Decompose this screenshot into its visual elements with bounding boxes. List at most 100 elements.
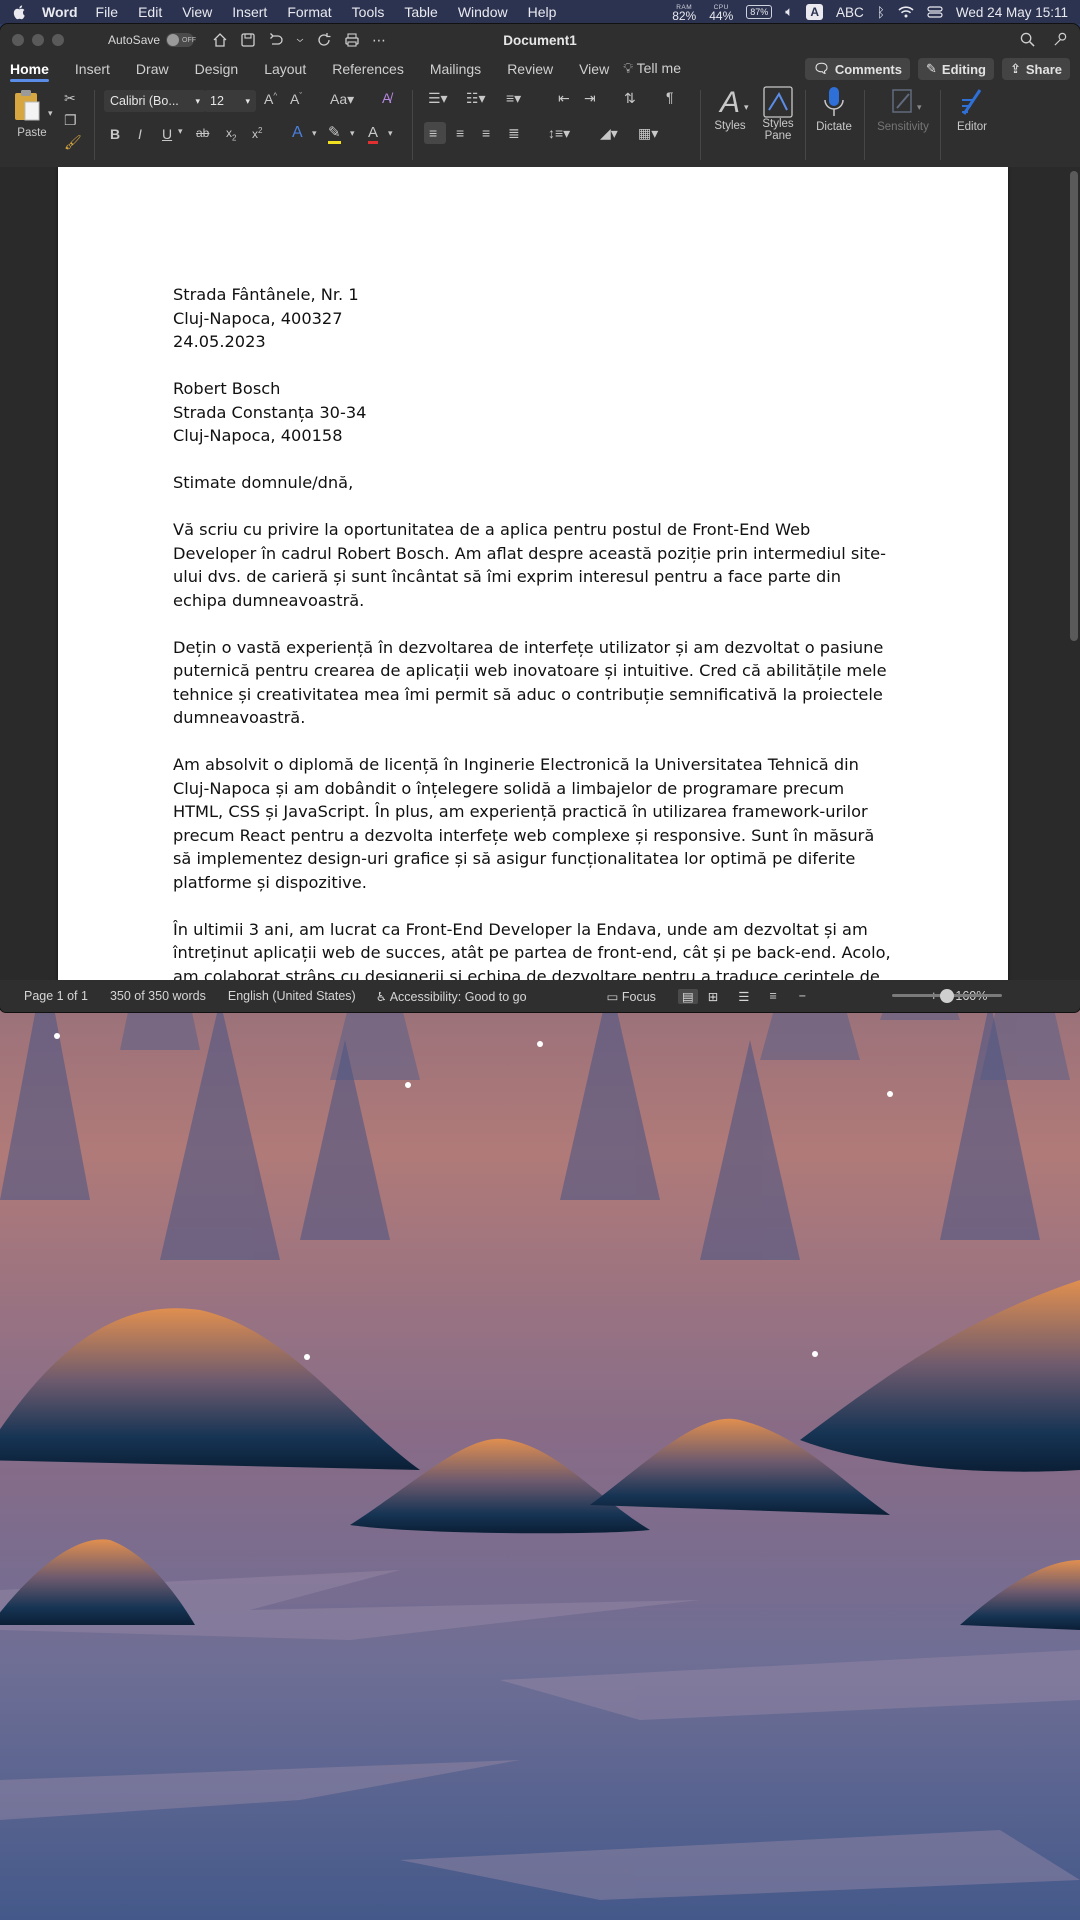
tab-view[interactable]: View [579, 61, 609, 82]
redo-icon[interactable] [316, 32, 332, 48]
multilevel-list-icon[interactable]: ≡▾ [506, 90, 521, 107]
ram-monitor[interactable]: RAM 82% [672, 3, 696, 22]
language[interactable]: English (United States) [228, 989, 356, 1003]
align-right-icon[interactable]: ≡ [482, 125, 490, 141]
web-layout-icon[interactable]: ⊞ [708, 989, 718, 1004]
close-window-button[interactable] [12, 34, 24, 46]
home-icon[interactable] [212, 32, 228, 48]
line-spacing-icon[interactable]: ↕≡▾ [548, 125, 570, 142]
menu-format[interactable]: Format [287, 4, 331, 20]
shrink-font-icon[interactable]: Aˇ [290, 91, 302, 107]
strikethrough-icon[interactable]: ab [196, 126, 209, 140]
subscript-icon[interactable]: x2 [226, 126, 236, 142]
menu-app-name[interactable]: Word [42, 4, 78, 20]
editing-button[interactable]: ✎ Editing [918, 58, 994, 80]
underline-dropdown-icon[interactable]: ▾ [178, 126, 183, 137]
print-icon[interactable] [344, 32, 360, 48]
format-painter-icon[interactable]: 🖌︎ [64, 134, 82, 151]
share-account-icon[interactable] [1053, 32, 1068, 47]
share-button[interactable]: ⇪ Share [1001, 58, 1070, 80]
superscript-icon[interactable]: x2 [252, 126, 262, 141]
autosave-toggle[interactable]: OFF [166, 33, 196, 47]
undo-icon[interactable] [268, 32, 284, 48]
tab-mailings[interactable]: Mailings [430, 61, 481, 82]
tab-insert[interactable]: Insert [75, 61, 110, 82]
bullets-icon[interactable]: ☰▾ [428, 90, 448, 107]
shading-icon[interactable]: ◢▾ [600, 125, 618, 142]
numbering-icon[interactable]: ☷▾ [466, 90, 486, 107]
bluetooth-icon[interactable]: ᛒ [877, 5, 885, 20]
more-commands-icon[interactable]: ⋯ [372, 32, 386, 49]
grow-font-icon[interactable]: A^ [264, 91, 277, 107]
underline-icon[interactable]: U [162, 126, 172, 142]
control-center-icon[interactable] [927, 6, 943, 18]
undo-dropdown-icon[interactable] [296, 32, 304, 48]
save-icon[interactable] [240, 32, 256, 48]
minimize-window-button[interactable] [32, 34, 44, 46]
menu-file[interactable]: File [96, 4, 119, 20]
zoom-slider-handle[interactable] [940, 989, 954, 1003]
sort-icon[interactable]: ⇅ [624, 90, 636, 107]
tab-design[interactable]: Design [195, 61, 239, 82]
align-center-icon[interactable]: ≡ [456, 125, 464, 141]
italic-icon[interactable]: I [138, 126, 142, 142]
accessibility-status[interactable]: ♿︎ Accessibility: Good to go [376, 989, 527, 1004]
clear-formatting-icon[interactable]: A̸ [382, 90, 391, 106]
print-layout-icon[interactable]: ▤ [677, 988, 698, 1004]
show-formatting-icon[interactable]: ¶ [666, 89, 674, 105]
zoom-window-button[interactable] [52, 34, 64, 46]
comments-button[interactable]: 🗨︎ Comments [805, 58, 910, 80]
dictate-button[interactable]: Dictate [812, 86, 856, 133]
search-icon[interactable] [1020, 32, 1035, 47]
highlight-dropdown-icon[interactable]: ▾ [350, 128, 355, 139]
tab-draw[interactable]: Draw [136, 61, 169, 82]
text-effects-icon[interactable]: A [292, 124, 303, 142]
styles-pane-button[interactable]: Styles Pane [758, 86, 798, 142]
sensitivity-button[interactable]: Sensitivity [872, 86, 934, 133]
tab-layout[interactable]: Layout [264, 61, 306, 82]
borders-icon[interactable]: ▦▾ [638, 125, 658, 142]
styles-dropdown-icon[interactable]: ▾ [744, 102, 749, 113]
zoom-out-icon[interactable]: − [799, 989, 806, 1003]
document-body[interactable]: Strada Fântânele, Nr. 1 Cluj-Napoca, 400… [173, 283, 893, 980]
focus-button[interactable]: ▭ Focus [607, 989, 656, 1004]
increase-indent-icon[interactable]: ⇥ [584, 90, 596, 107]
draft-icon[interactable]: ≡ [769, 989, 776, 1003]
page-count[interactable]: Page 1 of 1 [24, 989, 88, 1003]
tab-references[interactable]: References [332, 61, 404, 82]
menu-table[interactable]: Table [404, 4, 437, 20]
editor-button[interactable]: Editor [950, 86, 994, 133]
font-color-dropdown-icon[interactable]: ▾ [388, 128, 393, 139]
copy-icon[interactable]: ❐ [64, 112, 77, 129]
paste-dropdown-icon[interactable]: ▾ [48, 108, 53, 119]
font-name-select[interactable]: Calibri (Bo... ▾ [104, 90, 206, 112]
bold-icon[interactable]: B [110, 126, 120, 142]
highlight-icon[interactable]: ✎ [328, 124, 341, 144]
menu-help[interactable]: Help [528, 4, 557, 20]
menu-view[interactable]: View [182, 4, 212, 20]
input-badge-icon[interactable]: A [806, 4, 824, 20]
vertical-scrollbar[interactable] [1070, 171, 1078, 641]
menu-window[interactable]: Window [458, 4, 508, 20]
battery-icon[interactable]: 87% [746, 5, 773, 19]
menu-edit[interactable]: Edit [138, 4, 162, 20]
cpu-monitor[interactable]: CPU 44% [709, 3, 733, 22]
sensitivity-dropdown-icon[interactable]: ▾ [917, 102, 922, 113]
font-size-select[interactable]: 12 ▾ [204, 90, 256, 112]
datetime[interactable]: Wed 24 May 15:11 [956, 5, 1068, 20]
tell-me[interactable]: 💡︎ Tell me [623, 60, 681, 82]
apple-logo-icon[interactable] [12, 4, 28, 20]
menu-tools[interactable]: Tools [352, 4, 385, 20]
tab-home[interactable]: Home [10, 61, 49, 82]
tab-review[interactable]: Review [507, 61, 553, 82]
word-count[interactable]: 350 of 350 words [110, 989, 206, 1003]
menu-insert[interactable]: Insert [232, 4, 267, 20]
decrease-indent-icon[interactable]: ⇤ [558, 90, 570, 107]
paste-button[interactable]: Paste [12, 88, 52, 139]
volume-icon[interactable]: 🔈︎ [785, 4, 793, 20]
text-effects-dropdown-icon[interactable]: ▾ [312, 128, 317, 139]
justify-icon[interactable]: ≣ [508, 125, 520, 142]
input-source[interactable]: ABC [836, 5, 864, 20]
cut-icon[interactable]: ✂ [64, 90, 76, 107]
font-color-icon[interactable]: A [368, 124, 379, 144]
